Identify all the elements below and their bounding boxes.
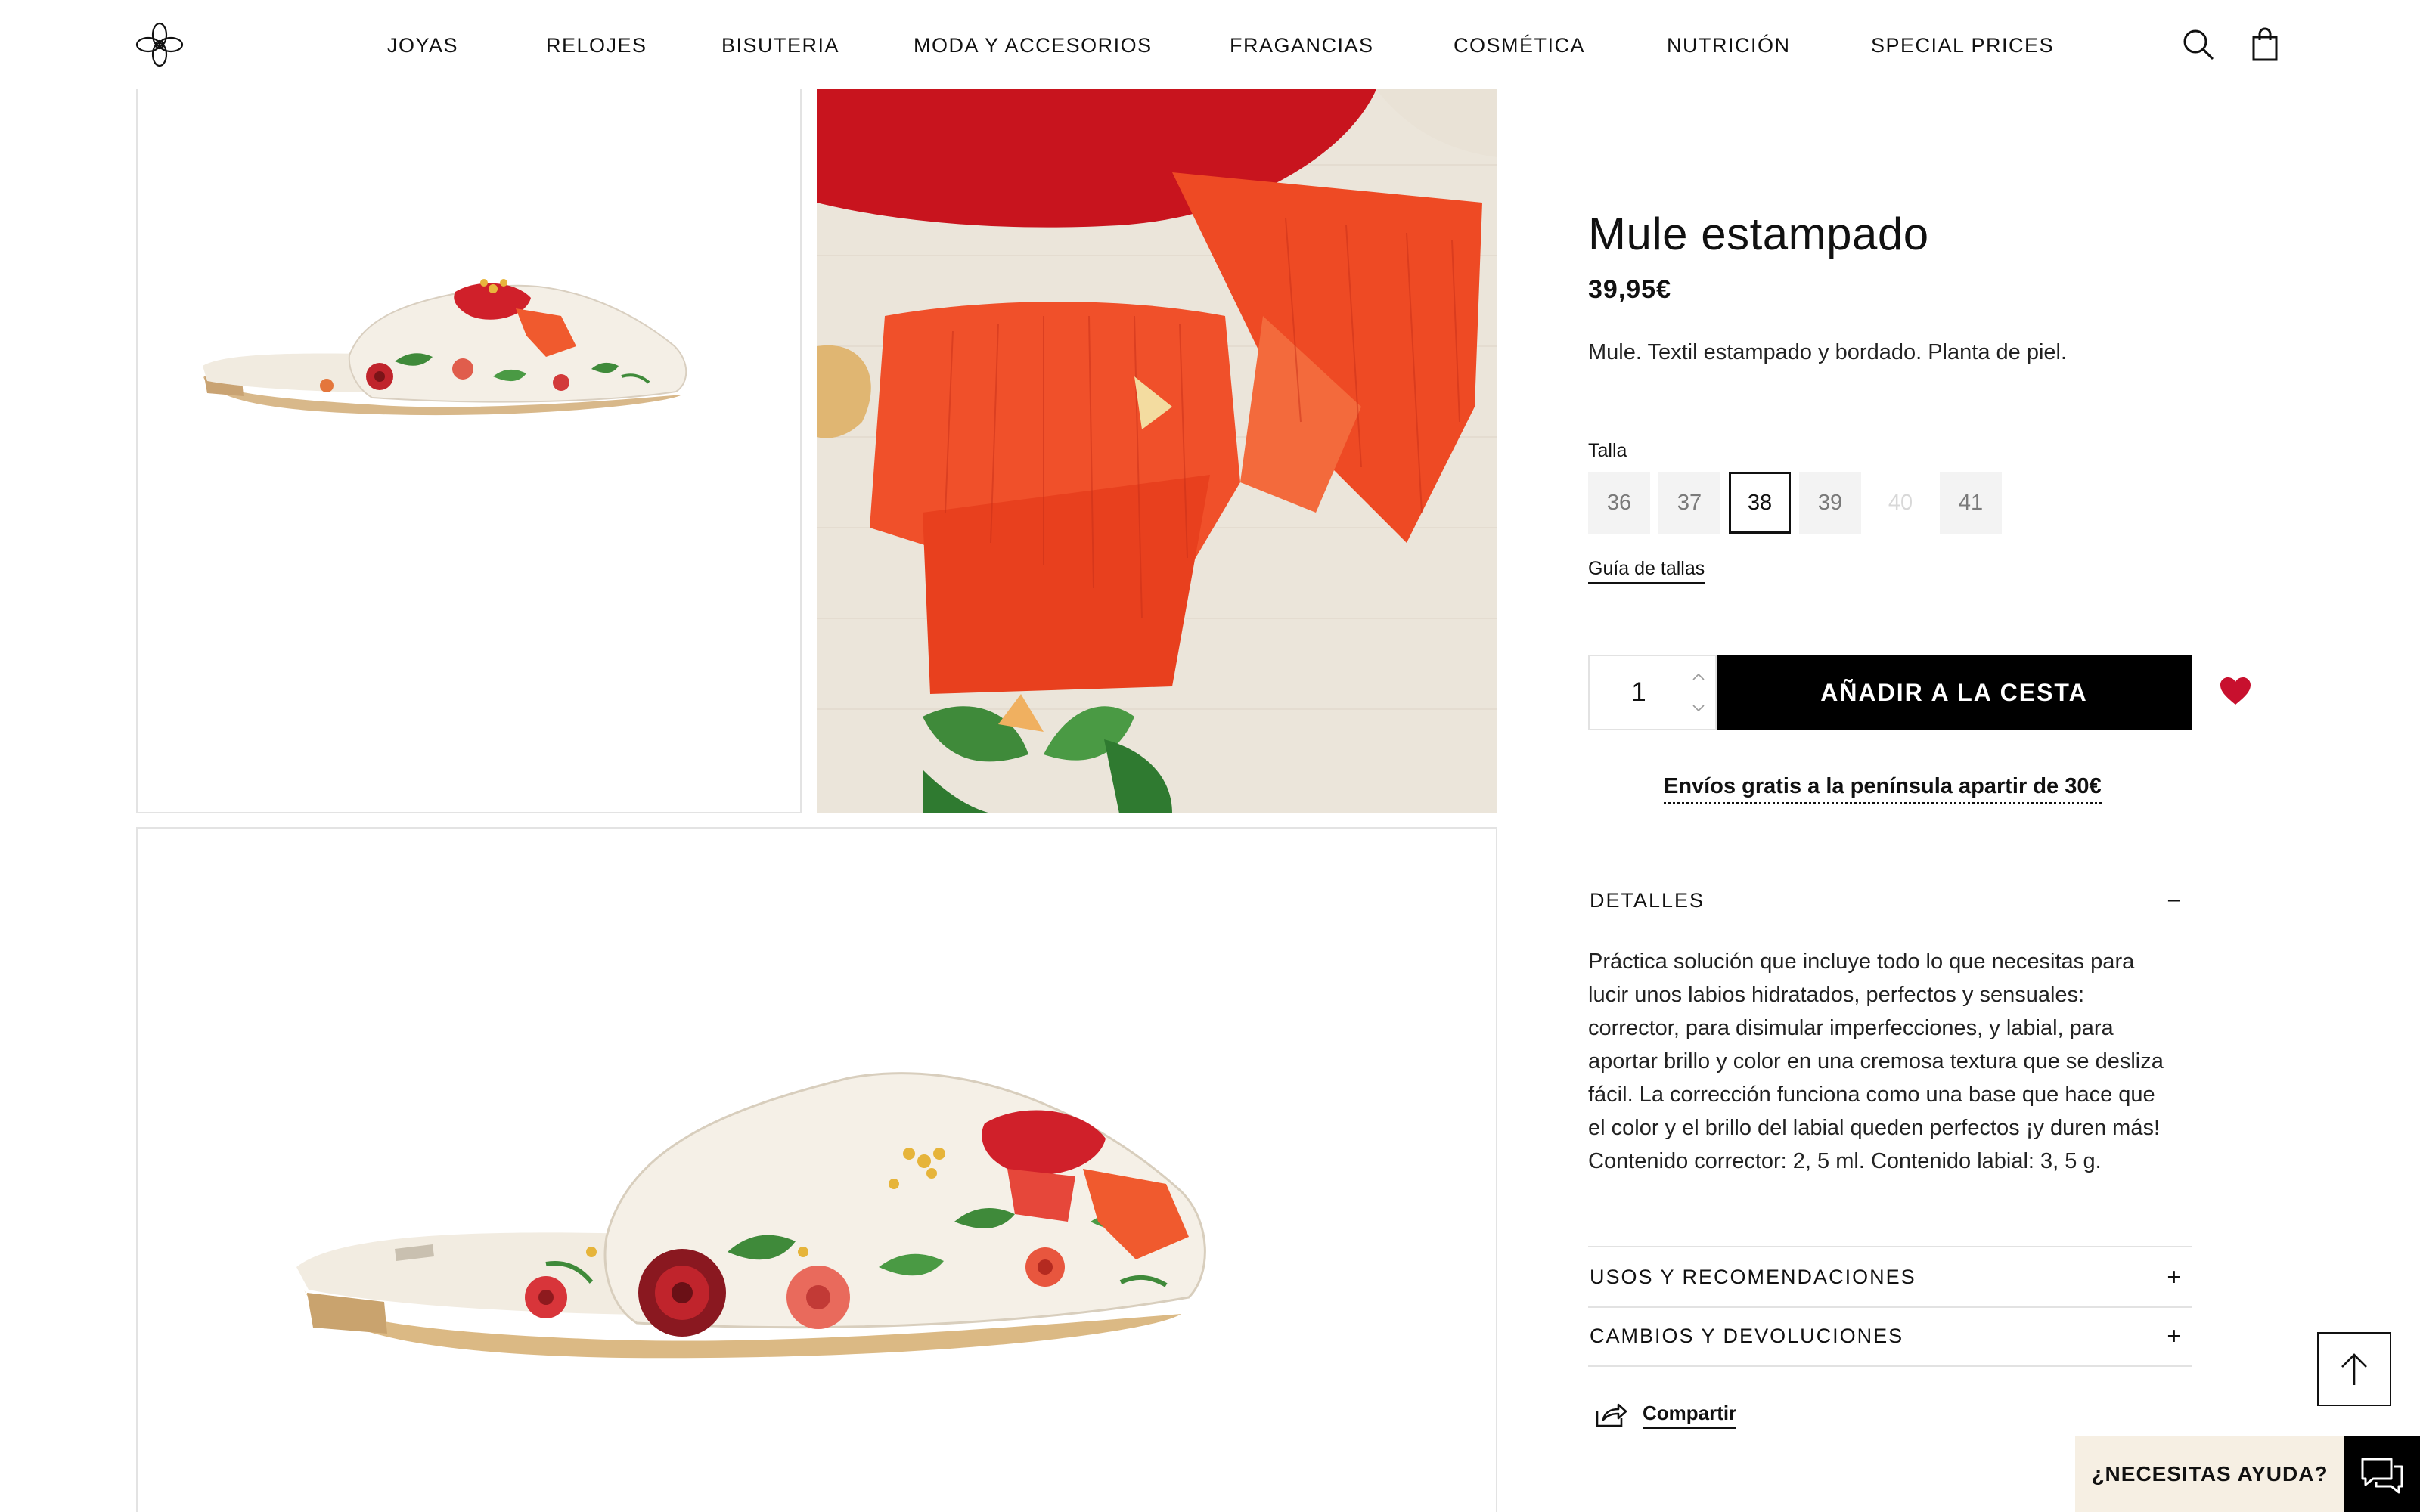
accordion-details-body: Práctica solución que incluye todo lo qu… — [1588, 950, 2164, 1173]
size-option-37[interactable]: 37 — [1658, 472, 1720, 534]
nav-item-fragancias[interactable]: FRAGANCIAS — [1230, 30, 1374, 60]
divider — [1588, 1365, 2192, 1367]
shopping-bag-icon[interactable] — [2246, 26, 2284, 64]
nav-item-nutricion[interactable]: NUTRICIÓN — [1667, 30, 1791, 60]
help-button[interactable]: ¿NECESITAS AYUDA? — [2075, 1436, 2344, 1512]
product-title: Mule estampado — [1588, 209, 1929, 259]
size-option-41[interactable]: 41 — [1940, 472, 2002, 534]
product-image-detail[interactable] — [817, 89, 1497, 813]
free-shipping-note[interactable]: Envíos gratis a la península apartir de … — [1664, 774, 2102, 804]
mule-shoe-image — [203, 279, 687, 416]
minus-icon: − — [2167, 887, 2181, 914]
add-to-cart-button[interactable]: AÑADIR A LA CESTA — [1717, 655, 2192, 730]
size-label: Talla — [1588, 440, 1627, 461]
size-guide-link[interactable]: Guía de tallas — [1588, 558, 1705, 584]
search-icon[interactable] — [2180, 26, 2217, 64]
quantity-input[interactable] — [1590, 656, 1688, 729]
size-option-36[interactable]: 36 — [1588, 472, 1650, 534]
size-option-40: 40 — [1869, 472, 1931, 534]
accordion-returns-header[interactable]: CAMBIOS Y DEVOLUCIONES + — [1588, 1306, 2192, 1365]
plus-icon: + — [2167, 1263, 2181, 1290]
accordion-uses-title: USOS Y RECOMENDACIONES — [1590, 1266, 1916, 1288]
product-image-large[interactable] — [136, 827, 1497, 1512]
product-short-description: Mule. Textil estampado y bordado. Planta… — [1588, 340, 2068, 364]
nav-item-bisuteria[interactable]: BISUTERIA — [721, 30, 839, 60]
chat-bubble-icon — [2361, 1458, 2403, 1494]
nav-item-cosmetica[interactable]: COSMÉTICA — [1454, 30, 1585, 60]
main-navigation: JOYAS RELOJES BISUTERIA MODA Y ACCESORIO… — [0, 30, 2420, 60]
embroidery-closeup-image — [817, 89, 1497, 813]
chat-button[interactable] — [2344, 1436, 2420, 1512]
chevron-down-icon[interactable] — [1689, 699, 1708, 717]
heart-icon[interactable] — [2219, 676, 2252, 706]
arrow-up-icon — [2341, 1353, 2367, 1385]
scroll-to-top-button[interactable] — [2317, 1332, 2391, 1406]
product-image-side[interactable] — [136, 89, 802, 813]
quantity-stepper — [1588, 655, 1717, 730]
chevron-up-icon[interactable] — [1689, 668, 1708, 686]
share-label: Compartir — [1643, 1402, 1737, 1429]
size-option-39[interactable]: 39 — [1799, 472, 1861, 534]
nav-item-relojes[interactable]: RELOJES — [546, 30, 647, 60]
site-header: JOYAS RELOJES BISUTERIA MODA Y ACCESORIO… — [0, 0, 2420, 89]
nav-item-moda-accesorios[interactable]: MODA Y ACCESORIOS — [914, 30, 1153, 60]
nav-item-joyas[interactable]: JOYAS — [387, 30, 458, 60]
plus-icon: + — [2167, 1322, 2181, 1349]
nav-item-special-prices[interactable]: SPECIAL PRICES — [1871, 30, 2054, 60]
mule-shoe-large-image — [296, 1072, 1206, 1359]
accordion-details-header[interactable]: DETALLES − — [1588, 871, 2192, 930]
share-icon — [1596, 1403, 1627, 1427]
product-price: 39,95€ — [1588, 275, 1671, 304]
accordion-details-title: DETALLES — [1590, 889, 1705, 912]
product-page: JOYAS RELOJES BISUTERIA MODA Y ACCESORIO… — [0, 0, 2420, 1512]
accordion-uses-header[interactable]: USOS Y RECOMENDACIONES + — [1588, 1247, 2192, 1306]
size-option-38[interactable]: 38 — [1729, 472, 1791, 534]
accordion-returns-title: CAMBIOS Y DEVOLUCIONES — [1590, 1325, 1904, 1347]
